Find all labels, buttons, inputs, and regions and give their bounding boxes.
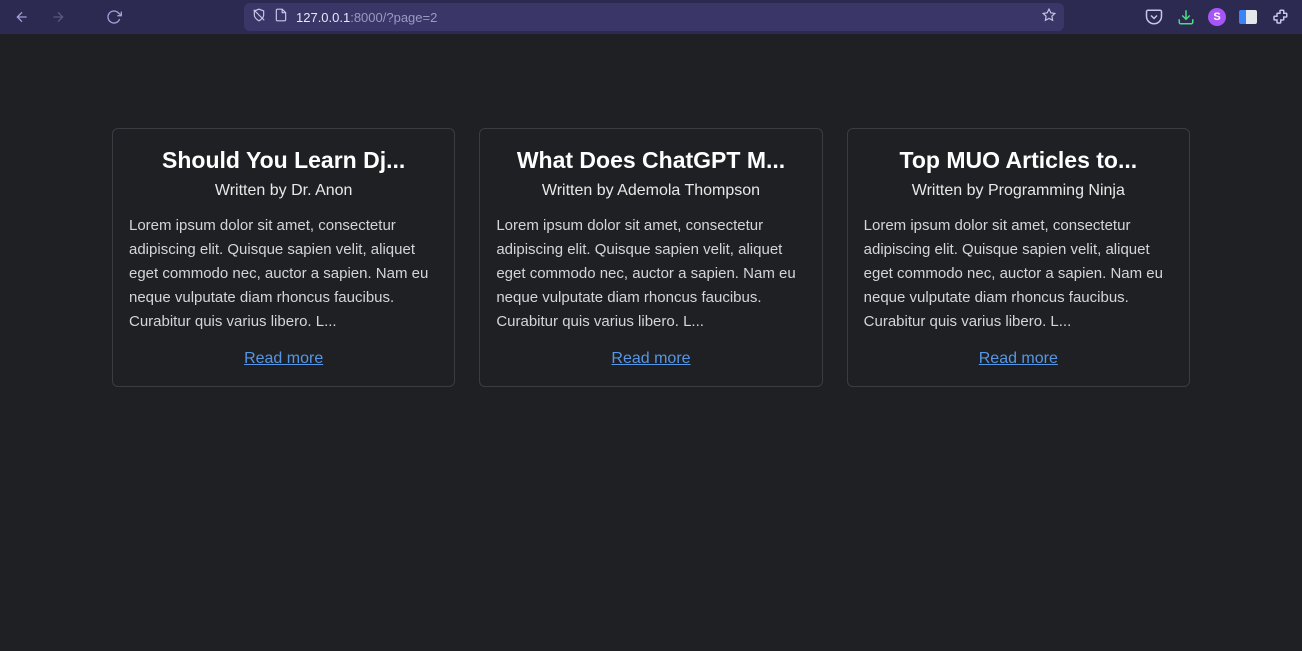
shield-off-icon xyxy=(252,8,266,27)
pocket-icon[interactable] xyxy=(1144,7,1164,27)
article-author: Written by Programming Ninja xyxy=(864,182,1173,200)
read-more-link[interactable]: Read more xyxy=(129,350,438,368)
article-title: Top MUO Articles to... xyxy=(864,147,1173,174)
page-content: Should You Learn Dj... Written by Dr. An… xyxy=(0,34,1302,387)
article-title: Should You Learn Dj... xyxy=(129,147,438,174)
read-more-link[interactable]: Read more xyxy=(864,350,1173,368)
article-author: Written by Ademola Thompson xyxy=(496,182,805,200)
downloads-icon[interactable] xyxy=(1176,7,1196,27)
article-excerpt: Lorem ipsum dolor sit amet, consectetur … xyxy=(864,214,1173,334)
article-card: Top MUO Articles to... Written by Progra… xyxy=(847,128,1190,387)
bookmark-star-icon[interactable] xyxy=(1042,8,1056,27)
back-button[interactable] xyxy=(8,3,36,31)
article-excerpt: Lorem ipsum dolor sit amet, consectetur … xyxy=(129,214,438,334)
article-author: Written by Dr. Anon xyxy=(129,182,438,200)
browser-toolbar: 127.0.0.1:8000/?page=2 S xyxy=(0,0,1302,34)
reload-button[interactable] xyxy=(100,3,128,31)
nav-buttons xyxy=(8,3,128,31)
avatar-initial: S xyxy=(1213,11,1220,23)
extensions-icon[interactable] xyxy=(1270,7,1290,27)
article-title: What Does ChatGPT M... xyxy=(496,147,805,174)
url-path: :8000/?page=2 xyxy=(350,10,437,25)
toolbar-right: S xyxy=(1144,7,1294,27)
address-bar[interactable]: 127.0.0.1:8000/?page=2 xyxy=(244,3,1064,31)
article-card: Should You Learn Dj... Written by Dr. An… xyxy=(112,128,455,387)
read-more-link[interactable]: Read more xyxy=(496,350,805,368)
url-host: 127.0.0.1 xyxy=(296,10,350,25)
url-text: 127.0.0.1:8000/?page=2 xyxy=(296,10,1034,25)
article-excerpt: Lorem ipsum dolor sit amet, consectetur … xyxy=(496,214,805,334)
sidebar-toggle-icon[interactable] xyxy=(1238,7,1258,27)
forward-button[interactable] xyxy=(44,3,72,31)
article-card: What Does ChatGPT M... Written by Ademol… xyxy=(479,128,822,387)
page-icon xyxy=(274,8,288,27)
profile-avatar[interactable]: S xyxy=(1208,8,1226,26)
